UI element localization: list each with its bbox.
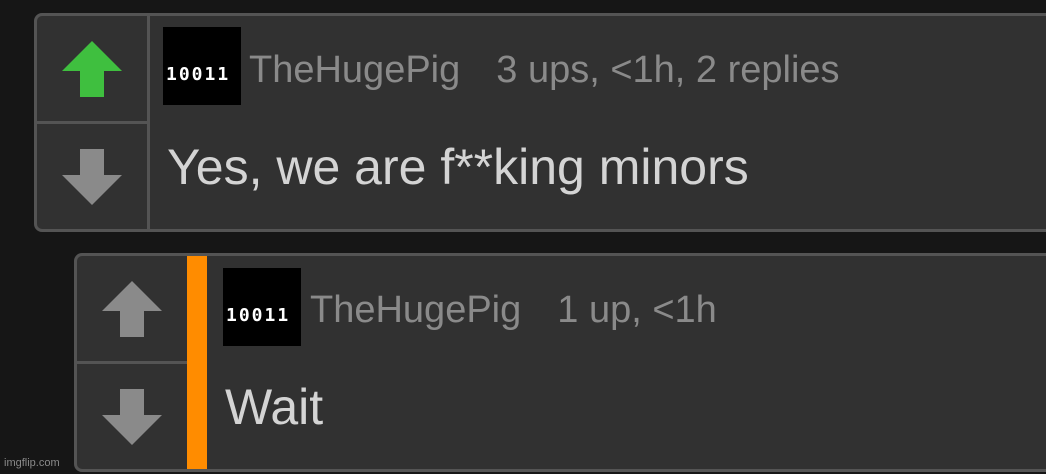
avatar[interactable]: 10011 01101 10010 10111 <box>223 268 301 346</box>
upvote-button[interactable] <box>77 256 187 361</box>
username-link[interactable]: TheHugePig <box>249 49 460 91</box>
vote-column <box>37 16 150 229</box>
arrow-up-icon <box>62 40 122 97</box>
comment-meta: TheHugePig 3 ups, <1h, 2 replies <box>249 49 840 92</box>
avatar[interactable]: 10011 01101 10010 10111 <box>163 27 241 105</box>
watermark: imgflip.com <box>4 457 60 469</box>
downvote-button[interactable] <box>37 121 147 229</box>
vote-column <box>77 256 190 469</box>
comment-text: Wait <box>225 379 324 435</box>
comment-text: Yes, we are f**king minors <box>167 139 749 195</box>
comment: 10011 01101 10010 10111 TheHugePig 3 ups,… <box>34 13 1046 232</box>
new-reply-marker <box>187 256 207 469</box>
avatar-row: 10011 <box>226 305 291 326</box>
downvote-button[interactable] <box>77 361 187 469</box>
comment-meta: TheHugePig 1 up, <1h <box>310 289 717 332</box>
arrow-down-icon <box>102 388 162 445</box>
reply-comment: 10011 01101 10010 10111 TheHugePig 1 up, … <box>74 253 1046 472</box>
upvote-button[interactable] <box>37 16 147 121</box>
arrow-up-icon <box>102 280 162 337</box>
avatar-row: 10011 <box>166 64 231 85</box>
comment-stats: 3 ups, <1h, 2 replies <box>496 49 840 91</box>
comment-stats: 1 up, <1h <box>557 289 717 331</box>
arrow-down-icon <box>62 148 122 205</box>
username-link[interactable]: TheHugePig <box>310 289 521 331</box>
